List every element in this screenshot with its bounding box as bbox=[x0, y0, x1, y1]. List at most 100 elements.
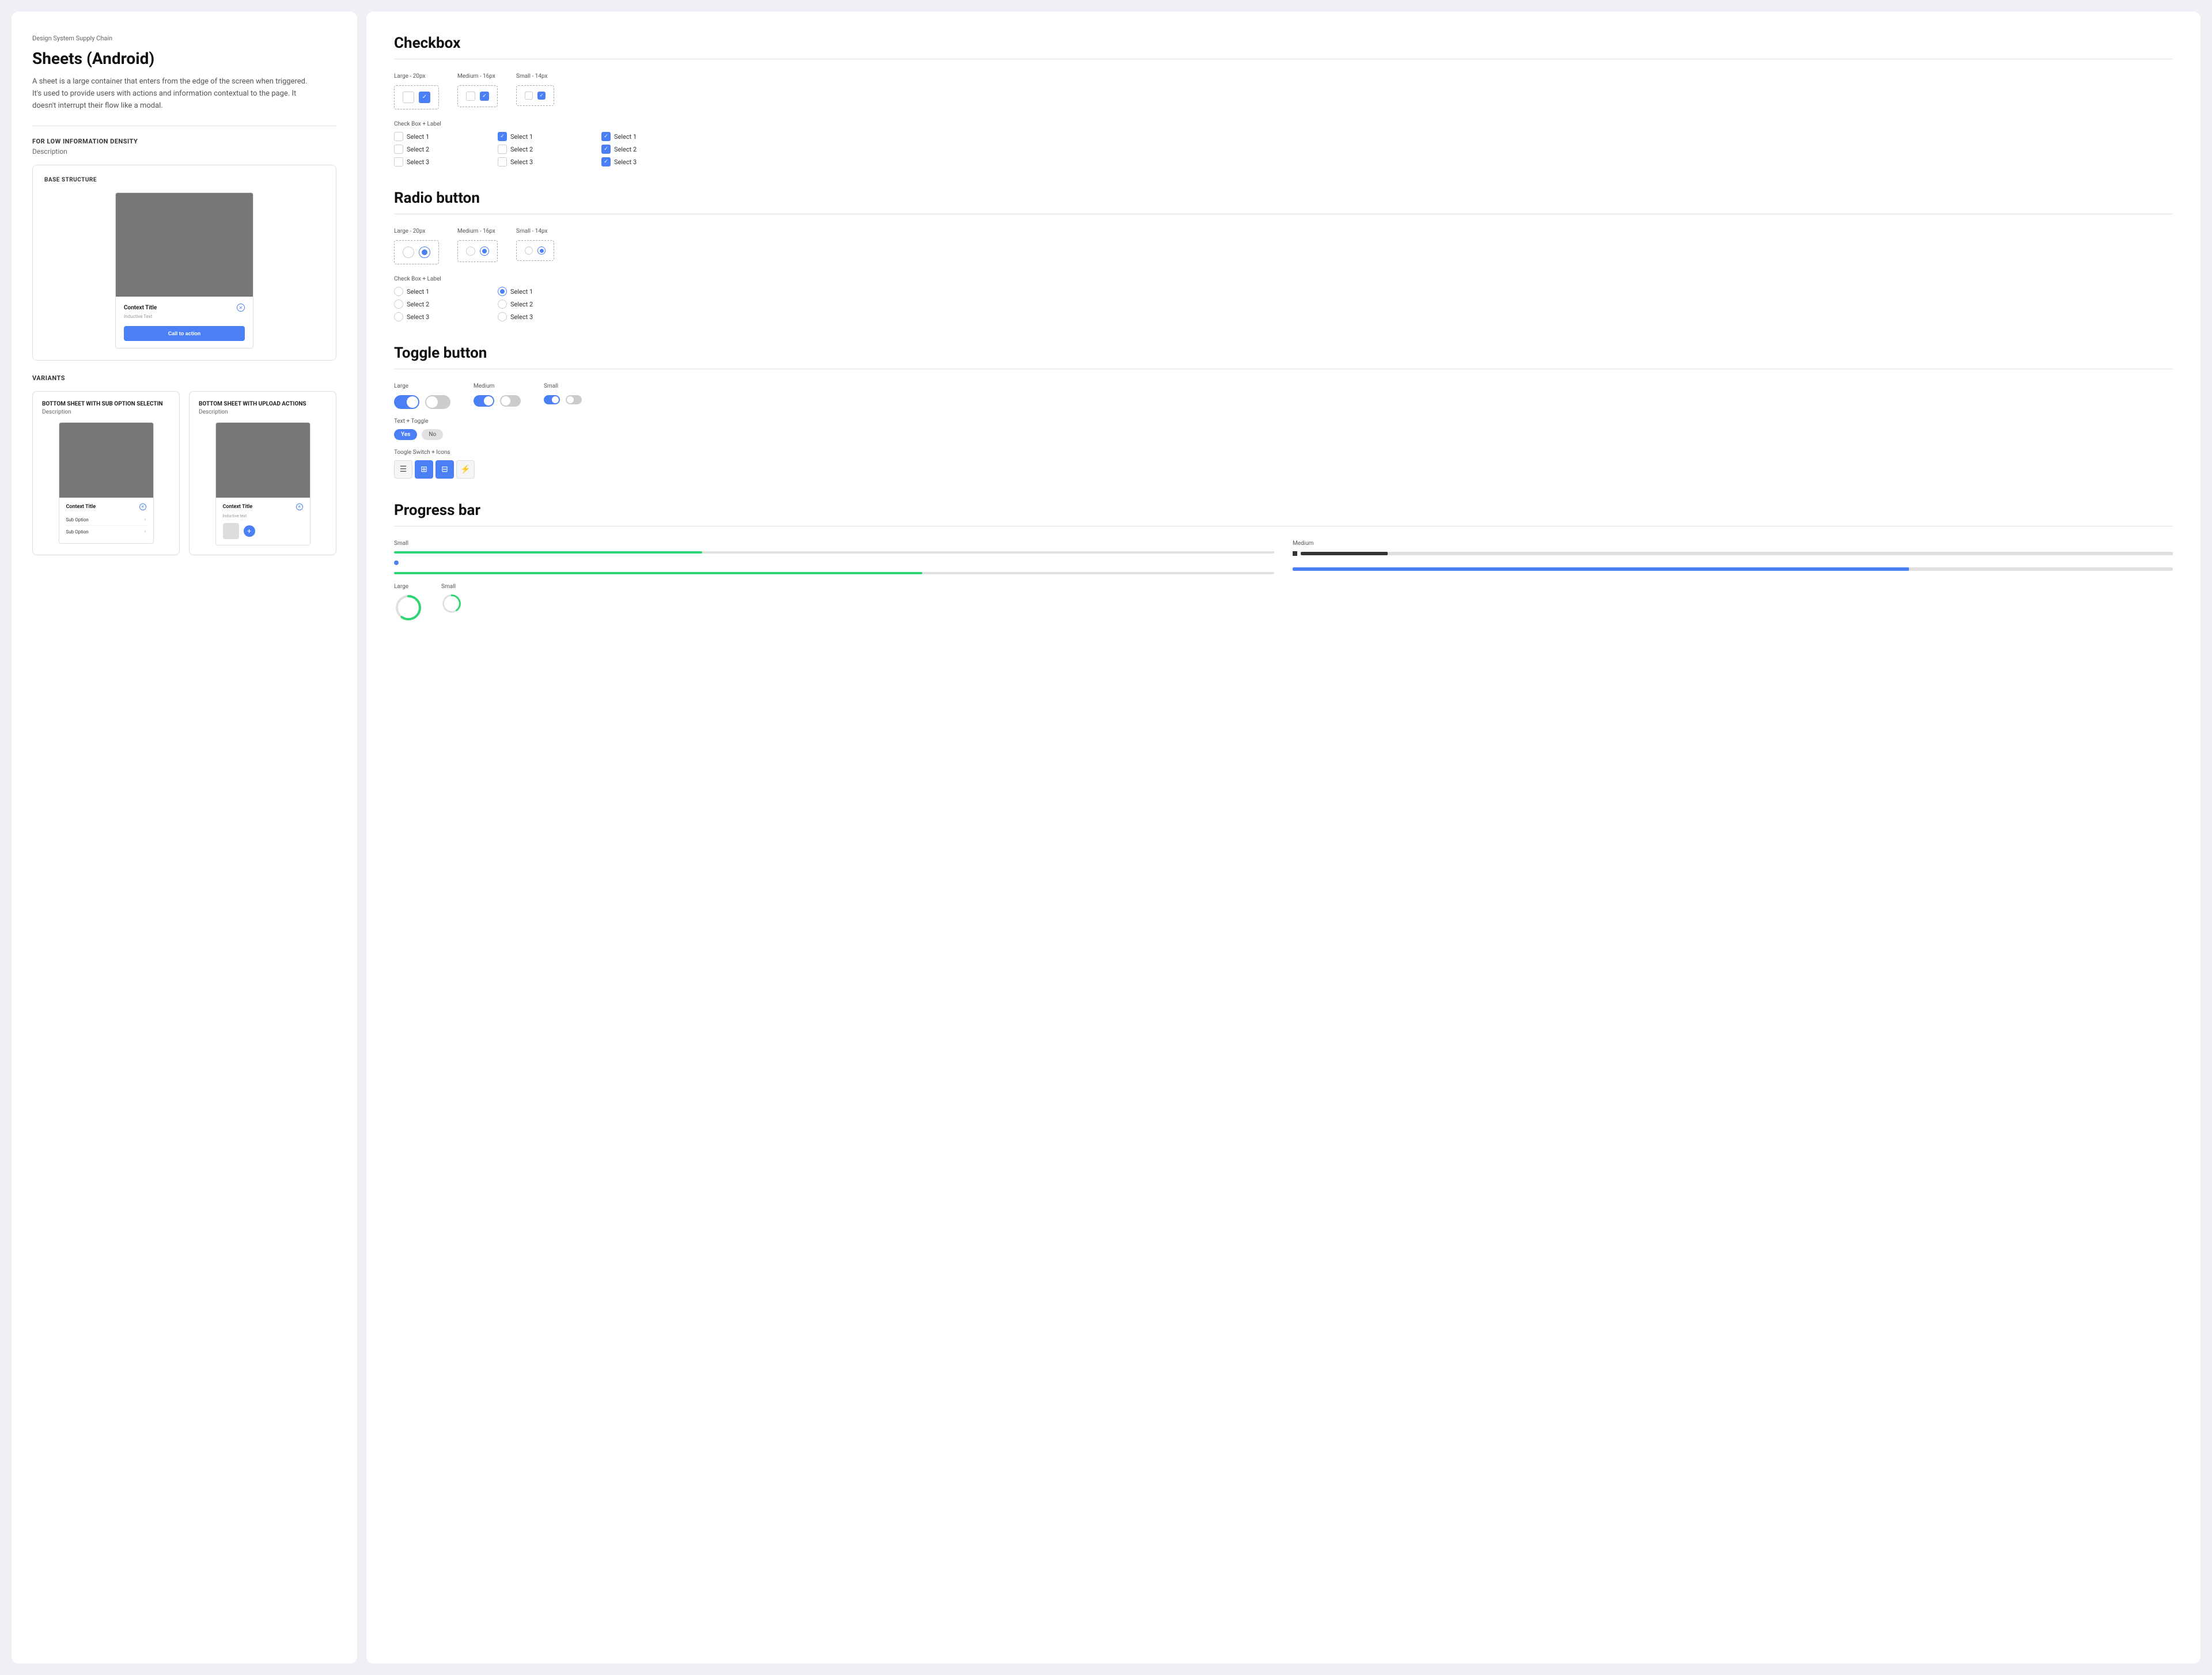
cb-3-1[interactable]: ✓ bbox=[601, 132, 611, 141]
chevron-right-icon-1: › bbox=[145, 517, 146, 522]
upload-add-icon[interactable]: + bbox=[244, 525, 255, 537]
text-toggle-yes[interactable]: Yes bbox=[394, 429, 417, 440]
toggle-large-on[interactable] bbox=[394, 395, 419, 409]
checkbox-small-demo: ✓ bbox=[516, 85, 554, 106]
variant-1-close-icon[interactable]: ✕ bbox=[139, 503, 146, 510]
cb-label-1-1: Select 1 bbox=[407, 133, 429, 141]
radio-small-unchecked[interactable] bbox=[525, 247, 533, 255]
radio-medium-unchecked[interactable] bbox=[466, 247, 475, 256]
cb-2-2[interactable] bbox=[498, 145, 507, 154]
radio-large-unchecked[interactable] bbox=[403, 247, 414, 258]
radio-large-item: Large - 20px bbox=[394, 228, 439, 264]
variant-option-2[interactable]: Sub Option › bbox=[66, 526, 146, 537]
left-panel: Design System Supply Chain Sheets (Andro… bbox=[12, 12, 357, 1663]
cb-1-2[interactable] bbox=[394, 145, 403, 154]
checkbox-size-group: Large - 20px ✓ Medium - 16px ✓ bbox=[394, 73, 2173, 109]
phone-sheet-title: Context Title bbox=[124, 305, 157, 311]
radio-small-checked[interactable] bbox=[537, 247, 546, 255]
cb-label-3-2: Select 2 bbox=[614, 146, 637, 153]
check-label-col-2: ✓ Select 1 Select 2 Select 3 bbox=[498, 132, 601, 166]
checkbox-medium-checked[interactable]: ✓ bbox=[480, 92, 489, 101]
r-1-3[interactable] bbox=[394, 312, 403, 321]
variant-card-1: BOTTOM SHEET WITH SUB OPTION SELECTIN De… bbox=[32, 391, 180, 555]
toggle-small-on[interactable] bbox=[544, 395, 560, 404]
progress-medium-label: Medium bbox=[1293, 540, 2173, 547]
r-label-2-2: Select 2 bbox=[510, 301, 533, 308]
check-label-title: Check Box + Label bbox=[394, 121, 2173, 127]
cb-1-1[interactable] bbox=[394, 132, 403, 141]
cb-label-3-1: Select 1 bbox=[614, 133, 637, 141]
icon-toggle-grid[interactable]: ⊞ bbox=[415, 460, 433, 479]
toggle-large-off[interactable] bbox=[425, 395, 450, 409]
variant-option-1[interactable]: Sub Option › bbox=[66, 514, 146, 526]
text-toggle-pair: Yes No bbox=[394, 429, 2173, 440]
right-panel: Checkbox Large - 20px ✓ Medium - 16px bbox=[366, 12, 2200, 1663]
text-toggle-no[interactable]: No bbox=[422, 429, 443, 440]
cb-3-3[interactable]: ✓ bbox=[601, 157, 611, 166]
checkbox-medium-demo: ✓ bbox=[457, 85, 498, 107]
radio-section: Radio button Large - 20px Medium - 16px bbox=[394, 190, 2173, 321]
icon-toggle-table[interactable]: ⊟ bbox=[435, 460, 454, 479]
cb-label-2-1: Select 1 bbox=[510, 133, 533, 141]
r-1-1[interactable] bbox=[394, 287, 403, 296]
progress-small-label: Small bbox=[394, 540, 1274, 547]
variant-2-close-icon[interactable]: ✕ bbox=[296, 503, 303, 510]
r-2-2[interactable] bbox=[498, 300, 507, 309]
radio-label-title: Check Box + Label bbox=[394, 276, 2173, 282]
phone-mockup-container: Context Title ✕ Inductive Text Call to a… bbox=[44, 192, 324, 348]
checkbox-large-unchecked[interactable] bbox=[403, 92, 414, 103]
radio-medium-checked[interactable] bbox=[480, 247, 489, 256]
phone-cta-button[interactable]: Call to action bbox=[124, 326, 245, 341]
r-label-2-3: Select 3 bbox=[510, 313, 533, 321]
check-mark-large: ✓ bbox=[422, 94, 427, 100]
toggle-medium-on[interactable] bbox=[474, 395, 494, 407]
cb-1-3[interactable] bbox=[394, 157, 403, 166]
progress-medium-fill-2 bbox=[1293, 567, 1909, 571]
cb-label-3-3: Select 3 bbox=[614, 158, 637, 166]
r-2-3[interactable] bbox=[498, 312, 507, 321]
icon-toggle-lightning[interactable]: ⚡ bbox=[456, 460, 475, 479]
check-label-3-1: ✓ Select 1 bbox=[601, 132, 705, 141]
r-1-2[interactable] bbox=[394, 300, 403, 309]
variant-option-2-label: Sub Option bbox=[66, 529, 89, 535]
icon-toggle-label: Toogle Switch + Icons bbox=[394, 449, 2173, 456]
variant-2-screen bbox=[216, 423, 310, 498]
icon-toggle-list[interactable]: ☰ bbox=[394, 460, 412, 479]
progress-medium-fill bbox=[1301, 552, 1388, 555]
phone-bottom-sheet: Context Title ✕ Inductive Text Call to a… bbox=[116, 297, 253, 348]
cb-2-1[interactable]: ✓ bbox=[498, 132, 507, 141]
cb-3-2[interactable]: ✓ bbox=[601, 145, 611, 154]
radio-large-checked[interactable] bbox=[419, 247, 430, 258]
toggle-medium-off[interactable] bbox=[500, 395, 521, 407]
toggle-small-pair bbox=[544, 395, 582, 404]
circular-small-svg bbox=[441, 593, 462, 614]
variant-2-desc: Description bbox=[199, 409, 327, 415]
checkmark-3-2: ✓ bbox=[604, 147, 608, 152]
variant-1-title: BOTTOM SHEET WITH SUB OPTION SELECTIN bbox=[42, 401, 170, 407]
toggle-title: Toggle button bbox=[394, 344, 2173, 362]
progress-medium-col: Medium bbox=[1293, 540, 2173, 574]
variant-2-sheet-title: Context Title bbox=[223, 504, 253, 510]
check-label-2-2: Select 2 bbox=[498, 145, 601, 154]
radio-col-2: Select 1 Select 2 Select 3 bbox=[498, 287, 601, 321]
toggle-small-label: Small bbox=[544, 383, 582, 389]
r-2-1[interactable] bbox=[498, 287, 507, 296]
variant-1-desc: Description bbox=[42, 409, 170, 415]
progress-title: Progress bar bbox=[394, 502, 2173, 519]
checkbox-small-unchecked[interactable] bbox=[525, 92, 533, 100]
checkmark-3-3: ✓ bbox=[604, 160, 608, 165]
check-label-col-1: Select 1 Select 2 Select 3 bbox=[394, 132, 498, 166]
toggle-small-off[interactable] bbox=[566, 395, 582, 404]
circular-small-item: Small bbox=[441, 583, 462, 614]
checkbox-large-checked[interactable]: ✓ bbox=[419, 92, 430, 103]
sheet-close-icon[interactable]: ✕ bbox=[237, 304, 245, 312]
cb-2-3[interactable] bbox=[498, 157, 507, 166]
radio-label-grid: Select 1 Select 2 Select 3 Selec bbox=[394, 287, 2173, 321]
progress-small-col: Small bbox=[394, 540, 1274, 574]
checkbox-small-checked[interactable]: ✓ bbox=[537, 92, 546, 100]
r-label-1-2: Select 2 bbox=[407, 301, 429, 308]
progress-small-track-2 bbox=[394, 572, 1274, 574]
checkbox-medium-unchecked[interactable] bbox=[466, 92, 475, 101]
section-low-label: FOR LOW INFORMATION DENSITY bbox=[32, 138, 336, 145]
check-label-col-3: ✓ Select 1 ✓ Select 2 ✓ Select 3 bbox=[601, 132, 705, 166]
